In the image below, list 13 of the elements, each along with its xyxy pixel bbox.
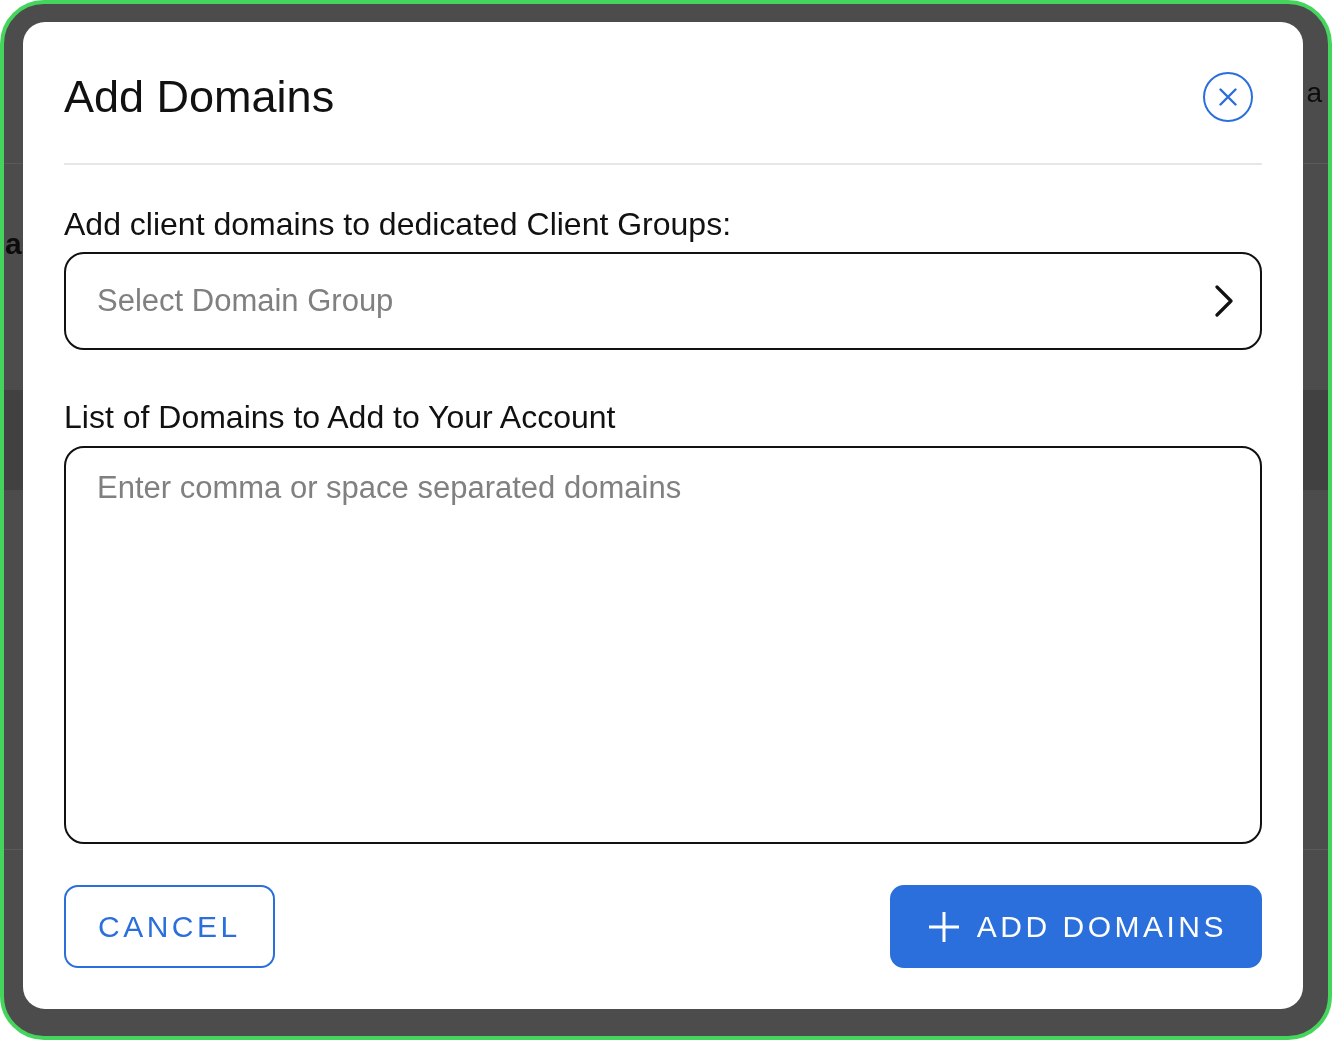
domain-group-select[interactable]: Select Domain Group bbox=[64, 252, 1262, 350]
background-text: a bbox=[5, 227, 22, 260]
domains-textarea[interactable]: Enter comma or space separated domains bbox=[64, 446, 1262, 844]
background-text: a bbox=[1306, 77, 1322, 109]
chevron-right-icon bbox=[1214, 285, 1234, 317]
close-icon bbox=[1219, 88, 1237, 106]
cancel-button[interactable]: CANCEL bbox=[64, 885, 275, 968]
add-domains-button[interactable]: ADD DOMAINS bbox=[889, 885, 1262, 968]
close-button[interactable] bbox=[1203, 72, 1253, 122]
dialog-title: Add Domains bbox=[64, 72, 335, 122]
field-label: List of Domains to Add to Your Account bbox=[64, 398, 617, 436]
plus-icon bbox=[928, 911, 959, 942]
field-label: Add client domains to dedicated Client Groups: bbox=[64, 205, 733, 243]
